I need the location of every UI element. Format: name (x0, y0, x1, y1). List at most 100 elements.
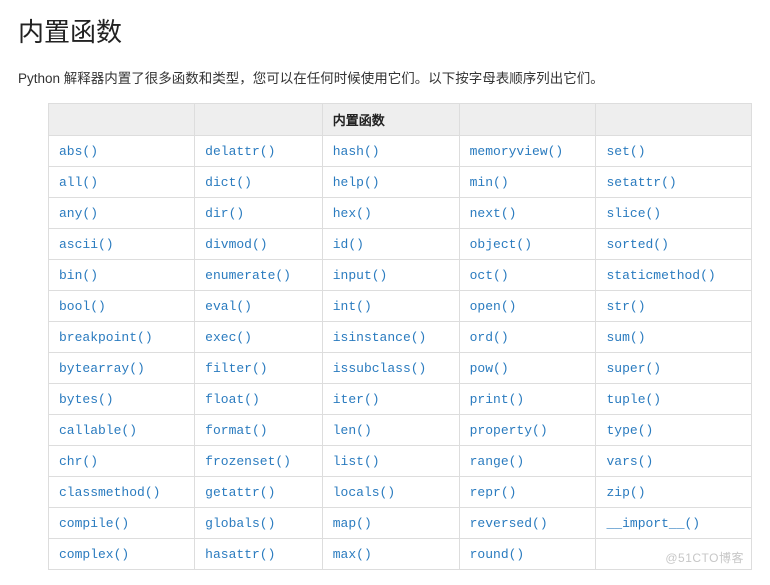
table-cell: abs() (49, 136, 195, 167)
function-link[interactable]: ord() (470, 330, 509, 345)
function-link[interactable]: dict() (205, 175, 252, 190)
function-link[interactable]: divmod() (205, 237, 267, 252)
function-link[interactable]: bytearray() (59, 361, 145, 376)
function-link[interactable]: globals() (205, 516, 275, 531)
function-link[interactable]: repr() (470, 485, 517, 500)
function-link[interactable]: input() (333, 268, 388, 283)
table-cell: open() (459, 291, 596, 322)
function-link[interactable]: list() (333, 454, 380, 469)
table-cell: int() (322, 291, 459, 322)
function-link[interactable]: object() (470, 237, 532, 252)
function-link[interactable]: open() (470, 299, 517, 314)
function-link[interactable]: int() (333, 299, 372, 314)
function-link[interactable]: vars() (606, 454, 653, 469)
table-row: abs() delattr() hash() memoryview() set() (49, 136, 752, 167)
function-link[interactable]: hasattr() (205, 547, 275, 562)
function-link[interactable]: exec() (205, 330, 252, 345)
function-link[interactable]: issubclass() (333, 361, 427, 376)
table-header-cell: 内置函数 (322, 104, 459, 136)
function-link[interactable]: abs() (59, 144, 98, 159)
function-link[interactable]: filter() (205, 361, 267, 376)
function-link[interactable]: super() (606, 361, 661, 376)
function-link[interactable]: pow() (470, 361, 509, 376)
table-cell: set() (596, 136, 752, 167)
function-link[interactable]: delattr() (205, 144, 275, 159)
function-link[interactable]: locals() (333, 485, 395, 500)
function-link[interactable]: format() (205, 423, 267, 438)
table-cell: next() (459, 198, 596, 229)
function-link[interactable]: frozenset() (205, 454, 291, 469)
function-link[interactable]: __import__() (606, 516, 700, 531)
function-link[interactable]: enumerate() (205, 268, 291, 283)
table-cell: isinstance() (322, 322, 459, 353)
table-cell: ord() (459, 322, 596, 353)
function-link[interactable]: id() (333, 237, 364, 252)
function-link[interactable]: tuple() (606, 392, 661, 407)
function-link[interactable]: reversed() (470, 516, 548, 531)
table-cell: breakpoint() (49, 322, 195, 353)
table-row: breakpoint() exec() isinstance() ord() sum() (49, 322, 752, 353)
function-link[interactable]: memoryview() (470, 144, 564, 159)
function-link[interactable]: oct() (470, 268, 509, 283)
function-link[interactable]: bool() (59, 299, 106, 314)
function-link[interactable]: eval() (205, 299, 252, 314)
function-link[interactable]: bytes() (59, 392, 114, 407)
function-link[interactable]: callable() (59, 423, 137, 438)
function-link[interactable]: setattr() (606, 175, 676, 190)
function-link[interactable]: str() (606, 299, 645, 314)
table-header-cell (49, 104, 195, 136)
function-link[interactable]: property() (470, 423, 548, 438)
function-link[interactable]: slice() (606, 206, 661, 221)
table-header-cell (195, 104, 323, 136)
function-link[interactable]: range() (470, 454, 525, 469)
function-link[interactable]: getattr() (205, 485, 275, 500)
function-link[interactable]: complex() (59, 547, 129, 562)
function-link[interactable]: staticmethod() (606, 268, 715, 283)
function-link[interactable]: breakpoint() (59, 330, 153, 345)
function-link[interactable]: type() (606, 423, 653, 438)
function-link[interactable]: set() (606, 144, 645, 159)
function-link[interactable]: zip() (606, 485, 645, 500)
function-link[interactable]: help() (333, 175, 380, 190)
table-cell: hash() (322, 136, 459, 167)
function-link[interactable]: compile() (59, 516, 129, 531)
table-row: classmethod() getattr() locals() repr() zip(… (49, 477, 752, 508)
function-link[interactable]: map() (333, 516, 372, 531)
function-link[interactable]: round() (470, 547, 525, 562)
table-header-cell (596, 104, 752, 136)
function-link[interactable]: next() (470, 206, 517, 221)
function-link[interactable]: len() (333, 423, 372, 438)
function-link[interactable]: max() (333, 547, 372, 562)
table-cell: eval() (195, 291, 323, 322)
table-row: all() dict() help() min() setattr() (49, 167, 752, 198)
function-link[interactable]: float() (205, 392, 260, 407)
table-cell: delattr() (195, 136, 323, 167)
function-link[interactable]: print() (470, 392, 525, 407)
table-row: any() dir() hex() next() slice() (49, 198, 752, 229)
table-header-row: 内置函数 (49, 104, 752, 136)
function-link[interactable]: dir() (205, 206, 244, 221)
function-link[interactable]: hex() (333, 206, 372, 221)
function-link[interactable]: sum() (606, 330, 645, 345)
function-link[interactable]: isinstance() (333, 330, 427, 345)
table-cell: map() (322, 508, 459, 539)
table-cell: list() (322, 446, 459, 477)
function-link[interactable]: sorted() (606, 237, 668, 252)
function-link[interactable]: all() (59, 175, 98, 190)
table-cell: type() (596, 415, 752, 446)
function-link[interactable]: iter() (333, 392, 380, 407)
table-cell: tuple() (596, 384, 752, 415)
table-row: compile() globals() map() reversed() __impor… (49, 508, 752, 539)
table-cell: compile() (49, 508, 195, 539)
table-cell: sum() (596, 322, 752, 353)
function-link[interactable]: min() (470, 175, 509, 190)
function-link[interactable]: chr() (59, 454, 98, 469)
function-link[interactable]: bin() (59, 268, 98, 283)
function-link[interactable]: ascii() (59, 237, 114, 252)
table-cell: str() (596, 291, 752, 322)
table-row: bytearray() filter() issubclass() pow() supe… (49, 353, 752, 384)
table-cell: frozenset() (195, 446, 323, 477)
function-link[interactable]: hash() (333, 144, 380, 159)
function-link[interactable]: classmethod() (59, 485, 160, 500)
function-link[interactable]: any() (59, 206, 98, 221)
